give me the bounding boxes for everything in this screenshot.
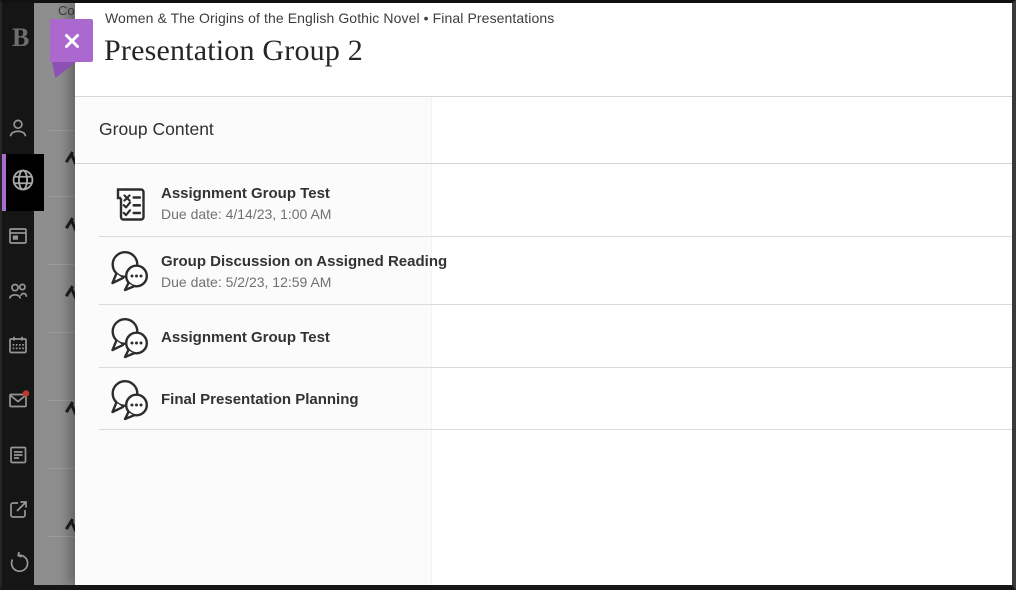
sidebar-item-signout[interactable] (2, 548, 34, 582)
item-due-date: Due date: 4/14/23, 1:00 AM (161, 206, 331, 222)
content-item-row[interactable]: Assignment Group Test Due date: 4/14/23, … (75, 163, 1012, 237)
sidebar-item-people[interactable] (2, 276, 34, 310)
test-icon (113, 185, 148, 227)
calendar-icon (6, 333, 30, 362)
sidebar-item-share[interactable] (2, 495, 34, 529)
group-content-panel: Women & The Origins of the English Gothi… (75, 3, 1012, 585)
item-due-date: Due date: 5/2/23, 12:59 AM (161, 274, 331, 290)
section-heading: Group Content (99, 119, 214, 140)
item-title[interactable]: Assignment Group Test (161, 329, 330, 346)
discussion-icon (108, 247, 152, 298)
content-item-row[interactable]: Group Discussion on Assigned Reading Due … (75, 237, 1012, 305)
close-icon (62, 31, 82, 51)
item-title[interactable]: Assignment Group Test (161, 185, 330, 202)
clipped-background-text: Co (58, 3, 75, 18)
window-icon (6, 224, 30, 253)
clipped-content-fragment (65, 149, 75, 167)
clipped-content-fragment (65, 399, 75, 417)
divider (99, 429, 1012, 430)
dimmed-row-divider (49, 468, 75, 469)
mail-icon (6, 388, 31, 417)
dimmed-row-divider (49, 264, 75, 265)
clipped-content-fragment (65, 283, 75, 301)
panel-header: Women & The Origins of the English Gothi… (75, 3, 1012, 97)
dimmed-row-divider (49, 196, 75, 197)
globe-icon (10, 167, 36, 198)
item-title[interactable]: Group Discussion on Assigned Reading (161, 253, 447, 270)
discussion-icon (108, 376, 152, 427)
sidebar-item-calendar[interactable] (2, 330, 34, 364)
breadcrumb: Women & The Origins of the English Gothi… (105, 10, 554, 26)
global-nav-rail: B (2, 3, 34, 585)
dimmed-row-divider (49, 332, 75, 333)
signout-icon (6, 551, 30, 580)
content-item-row[interactable]: Assignment Group Test (75, 305, 1012, 368)
document-icon (6, 443, 30, 472)
dimmed-row-divider (49, 130, 75, 131)
app-window: B Co Women & The Origins of the English … (2, 3, 1012, 585)
screenshot-frame: B Co Women & The Origins of the English … (0, 0, 1016, 590)
person-icon (6, 116, 30, 145)
item-title[interactable]: Final Presentation Planning (161, 391, 359, 408)
clipped-content-fragment (65, 516, 75, 534)
clipped-content-fragment (65, 215, 75, 233)
page-title: Presentation Group 2 (104, 34, 363, 68)
close-panel-button[interactable] (50, 19, 93, 62)
sidebar-item-globe[interactable] (2, 154, 44, 211)
sidebar-item-document[interactable] (2, 440, 34, 474)
share-icon (6, 498, 30, 527)
discussion-icon (108, 314, 152, 365)
sidebar-item-window[interactable] (2, 221, 34, 255)
sidebar-item-mail[interactable] (2, 385, 34, 419)
content-item-row[interactable]: Final Presentation Planning (75, 368, 1012, 430)
active-indicator (2, 154, 6, 211)
sidebar-item-person[interactable] (2, 113, 34, 147)
dimmed-row-divider (49, 536, 75, 537)
dimmed-page-overlay: Co (34, 3, 75, 585)
blackboard-logo[interactable]: B (12, 23, 29, 53)
people-icon (6, 279, 30, 308)
